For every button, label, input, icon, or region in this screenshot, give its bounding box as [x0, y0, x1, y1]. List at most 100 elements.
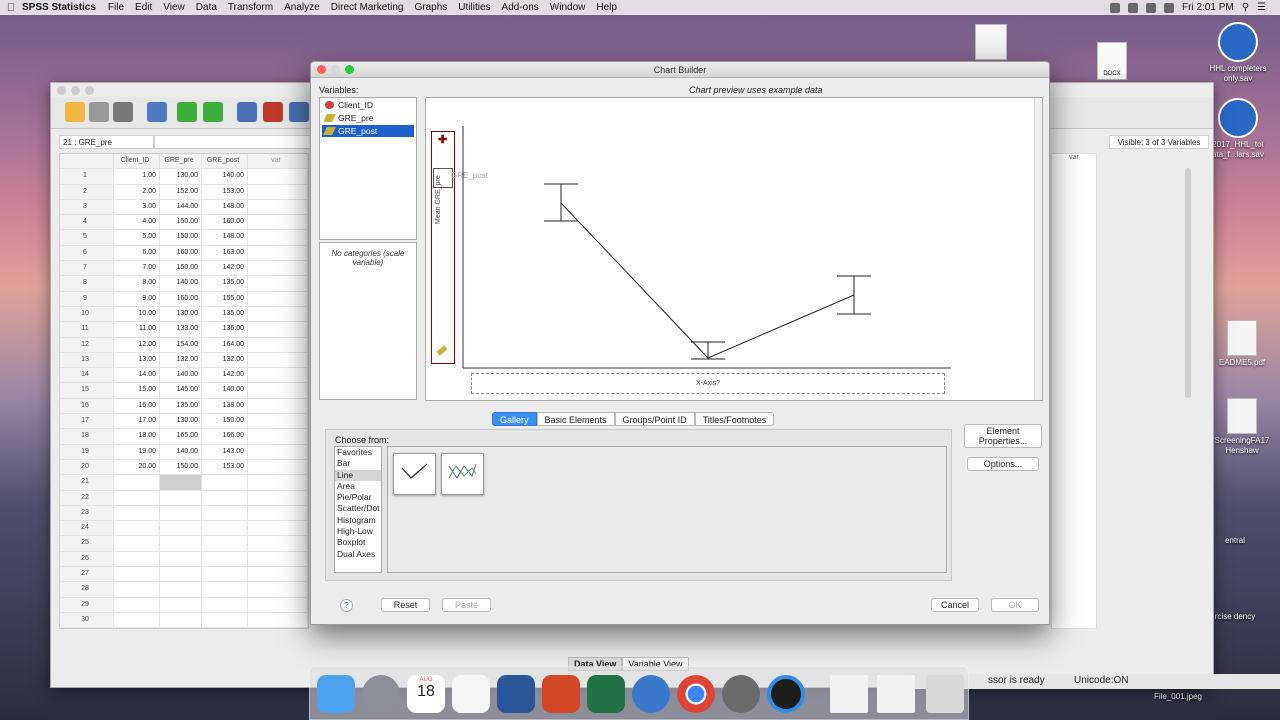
table-row[interactable]: 29 [60, 597, 308, 613]
table-cell[interactable] [248, 612, 308, 628]
zoom-icon[interactable] [85, 86, 94, 95]
table-cell[interactable] [114, 521, 160, 536]
table-cell[interactable]: 154.00 [160, 337, 202, 352]
table-cell[interactable]: 163.00 [202, 245, 248, 261]
table-cell[interactable] [160, 567, 202, 582]
wifi-icon[interactable] [1146, 2, 1157, 13]
reminders-icon[interactable] [452, 675, 490, 713]
element-properties-button[interactable]: Element Properties... [964, 424, 1042, 448]
y-axis-drop-zone[interactable]: ✚ [431, 131, 455, 364]
recent-document-icon[interactable] [877, 675, 915, 713]
chart-type-list[interactable]: Favorites Bar Line Area Pie/Polar Scatte… [334, 446, 382, 573]
menu-edit[interactable]: Edit [135, 2, 152, 13]
chart-type-dual-axes[interactable]: Dual Axes [335, 549, 381, 560]
open-icon[interactable] [65, 102, 85, 122]
table-row[interactable]: 25 [60, 536, 308, 552]
table-cell[interactable] [248, 536, 308, 551]
excel-icon[interactable] [587, 675, 625, 713]
table-cell[interactable]: 135.00 [202, 276, 248, 291]
list-icon[interactable]: ☰ [1257, 2, 1266, 13]
table-row[interactable]: 8 8.00 140.00 135.00 [60, 276, 308, 292]
tab-gallery[interactable]: Gallery [492, 412, 537, 426]
table-cell[interactable] [248, 490, 308, 505]
table-cell[interactable]: 142.00 [202, 368, 248, 383]
table-cell[interactable] [114, 582, 160, 597]
table-cell[interactable] [160, 597, 202, 612]
tab-groups-point-id[interactable]: Groups/Point ID [614, 412, 695, 426]
table-cell[interactable] [114, 567, 160, 582]
table-row[interactable]: 14 14.00 140.00 142.00 [60, 368, 308, 384]
word-icon[interactable] [497, 675, 535, 713]
trash-icon[interactable] [926, 675, 964, 713]
desktop-file-jpeg[interactable]: File_001.jpeg [1143, 692, 1213, 702]
table-row[interactable]: 1 1.00 130.00 140.00 [60, 169, 308, 185]
table-cell[interactable]: 144.00 [160, 199, 202, 215]
table-cell[interactable]: 160.00 [202, 215, 248, 230]
table-row[interactable]: 16 16.00 135.00 138.00 [60, 398, 308, 415]
clock[interactable]: Fri 2:01 PM [1182, 2, 1234, 13]
table-cell[interactable]: 4.00 [114, 215, 160, 230]
table-row[interactable]: 9 9.00 160.00 155.00 [60, 291, 308, 307]
table-cell[interactable] [160, 612, 202, 628]
spss-icon[interactable] [632, 675, 670, 713]
table-cell[interactable]: 3.00 [114, 199, 160, 215]
table-row[interactable]: 15 15.00 145.00 140.00 [60, 383, 308, 399]
help-button[interactable]: ? [340, 599, 353, 612]
table-cell[interactable] [114, 505, 160, 521]
table-cell[interactable]: 152.00 [160, 184, 202, 199]
table-cell[interactable]: 15.00 [114, 383, 160, 398]
close-icon[interactable] [57, 86, 66, 95]
table-cell[interactable] [160, 475, 202, 490]
table-cell[interactable]: 150.00 [202, 414, 248, 429]
menu-view[interactable]: View [163, 2, 185, 13]
launchpad-icon[interactable] [362, 675, 400, 713]
table-cell[interactable] [248, 306, 308, 322]
table-row[interactable]: 21 [60, 475, 308, 491]
table-row[interactable]: 7 7.00 150.00 142.00 [60, 261, 308, 277]
desktop-file-readme[interactable]: EADME5.pdf [1207, 320, 1277, 368]
table-cell[interactable] [160, 551, 202, 567]
dialog-recall-icon[interactable] [147, 102, 167, 122]
table-cell[interactable]: 6.00 [114, 245, 160, 261]
menu-transform[interactable]: Transform [228, 2, 273, 13]
table-cell[interactable]: 155.00 [202, 291, 248, 306]
column-header-var-right[interactable]: var [1051, 153, 1097, 629]
table-cell[interactable] [248, 383, 308, 398]
table-cell[interactable] [160, 490, 202, 505]
table-cell[interactable] [202, 567, 248, 582]
table-cell[interactable]: 9.00 [114, 291, 160, 306]
table-row[interactable]: 23 [60, 505, 308, 522]
table-cell[interactable] [202, 597, 248, 612]
minimize-icon[interactable] [71, 86, 80, 95]
chart-type-high-low[interactable]: High-Low [335, 526, 381, 537]
calendar-icon[interactable]: AUG 18 [407, 675, 445, 713]
table-cell[interactable]: 13.00 [114, 352, 160, 368]
table-cell[interactable]: 140.00 [202, 169, 248, 184]
zoom-icon[interactable] [345, 65, 354, 74]
table-cell[interactable] [114, 597, 160, 612]
table-row[interactable]: 4 4.00 150.00 160.00 [60, 215, 308, 231]
table-cell[interactable]: 140.00 [160, 368, 202, 383]
table-cell[interactable] [248, 398, 308, 414]
table-cell[interactable] [248, 261, 308, 276]
options-button[interactable]: Options... [967, 457, 1039, 471]
variable-client-id[interactable]: Client_ID [322, 99, 414, 111]
column-header-gre-post[interactable]: GRE_post [202, 154, 248, 169]
table-cell[interactable] [248, 475, 308, 490]
save-icon[interactable] [89, 102, 109, 122]
chart-type-pie-polar[interactable]: Pie/Polar [335, 492, 381, 503]
table-cell[interactable]: 140.00 [160, 444, 202, 459]
shield-icon[interactable] [1128, 2, 1139, 13]
chart-type-histogram[interactable]: Histogram [335, 515, 381, 526]
reset-button[interactable]: Reset [381, 598, 430, 612]
desktop-file-hhl[interactable]: HHL completers only.sav [1203, 22, 1273, 84]
table-row[interactable]: 22 [60, 490, 308, 506]
table-cell[interactable] [114, 612, 160, 628]
table-cell[interactable] [114, 490, 160, 505]
table-cell[interactable]: 10.00 [114, 306, 160, 322]
table-cell[interactable]: 20.00 [114, 459, 160, 475]
table-cell[interactable] [248, 414, 308, 429]
multiple-line-thumbnail[interactable] [441, 453, 484, 495]
table-cell[interactable] [202, 490, 248, 505]
goto-case-icon[interactable] [237, 102, 257, 122]
